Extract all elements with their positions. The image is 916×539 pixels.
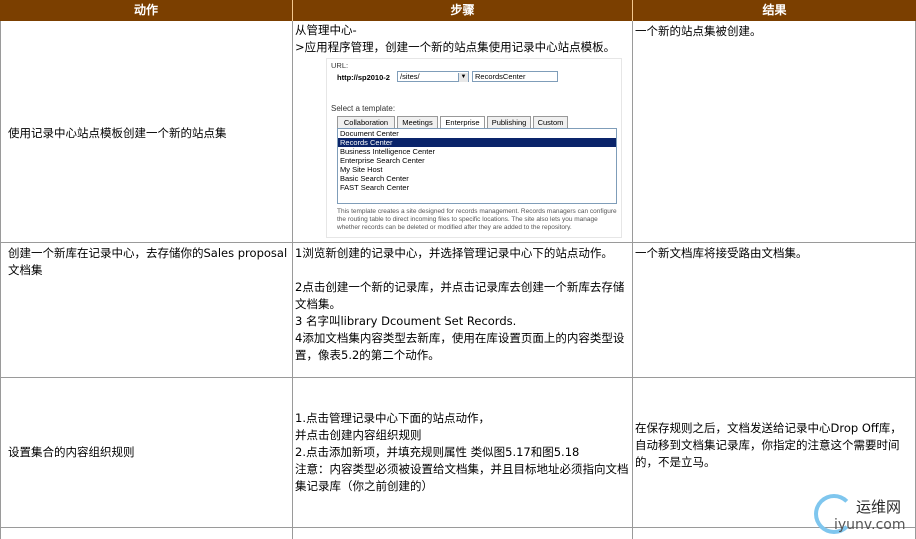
row2-step-2: 2点击创建一个新的记录库，并点击记录库去创建一个新库去存储文档集。 <box>295 280 625 311</box>
header-steps: 步骤 <box>293 0 633 21</box>
url-path-select[interactable]: /sites/ ▼ <box>397 71 469 82</box>
row3-action-cell: 设置集合的内容组织规则 <box>0 378 293 528</box>
row1-action-cell: 使用记录中心站点模板创建一个新的站点集 <box>0 21 293 243</box>
row4-action-cell <box>0 528 293 539</box>
header-result: 结果 <box>633 0 916 21</box>
row3-step-3: 2.点击添加新项，并填充规则属性 类似图5.17和图5.18 <box>295 445 580 459</box>
template-list[interactable]: Document Center Records Center Business … <box>337 128 617 204</box>
template-item[interactable]: My Site Host <box>338 165 616 174</box>
url-name-value: RecordsCenter <box>475 72 526 81</box>
template-screenshot: URL: http://sp2010-2 /sites/ ▼ RecordsCe… <box>326 58 622 238</box>
tab-meetings[interactable]: Meetings <box>397 116 438 128</box>
row1-step-line1: 从管理中心- <box>295 23 357 37</box>
watermark-en: iyunv.com <box>834 517 906 533</box>
template-item[interactable]: Enterprise Search Center <box>338 156 616 165</box>
row2-result-cell: 一个新文档库将接受路由文档集。 <box>633 243 916 378</box>
template-item[interactable]: Document Center <box>338 129 616 138</box>
row3-result: 在保存规则之后，文档发送给记录中心Drop Off库，自动移到文档集记录库，你指… <box>635 421 902 469</box>
row2-action-cell: 创建一个新库在记录中心，去存储你的Sales proposal 文档集 <box>0 243 293 378</box>
url-host: http://sp2010-2 <box>337 73 390 82</box>
url-path-value: /sites/ <box>400 72 420 81</box>
chevron-down-icon: ▼ <box>458 73 468 82</box>
row3-step-4: 注意：内容类型必须被设置给文档集，并且目标地址必须指向文档集记录库（你之前创建的… <box>295 462 629 493</box>
row1-result: 一个新的站点集被创建。 <box>635 24 762 38</box>
row4-steps-cell <box>293 528 633 539</box>
tab-collaboration[interactable]: Collaboration <box>337 116 395 128</box>
url-label: URL: <box>331 61 349 70</box>
watermark-cn: 运维网 <box>856 498 902 516</box>
tab-publishing[interactable]: Publishing <box>487 116 531 128</box>
header-action: 动作 <box>0 0 293 21</box>
tab-custom[interactable]: Custom <box>533 116 568 128</box>
template-item[interactable]: Business Intelligence Center <box>338 147 616 156</box>
row2-step-1: 1浏览新创建的记录中心，并选择管理记录中心下的站点动作。 <box>295 246 613 260</box>
row2-action: 创建一个新库在记录中心，去存储你的Sales proposal 文档集 <box>8 246 288 277</box>
row3-steps-cell: 1.点击管理记录中心下面的站点动作， 并点击创建内容组织规则 2.点击添加新项，… <box>293 378 633 528</box>
row1-result-cell: 一个新的站点集被创建。 <box>633 21 916 243</box>
row2-steps-cell: 1浏览新创建的记录中心，并选择管理记录中心下的站点动作。 2点击创建一个新的记录… <box>293 243 633 378</box>
template-description: This template creates a site designed fo… <box>337 208 617 231</box>
row2-step-3: 3 名字叫library Dcoument Set Records. <box>295 314 517 328</box>
row3-step-2: 并点击创建内容组织规则 <box>295 428 422 442</box>
row1-action: 使用记录中心站点模板创建一个新的站点集 <box>8 126 227 140</box>
row3-step-1: 1.点击管理记录中心下面的站点动作， <box>295 411 490 425</box>
tab-enterprise[interactable]: Enterprise <box>440 116 485 128</box>
template-item[interactable]: Basic Search Center <box>338 174 616 183</box>
row3-action: 设置集合的内容组织规则 <box>8 445 135 459</box>
row1-step-line2: >应用程序管理，创建一个新的站点集使用记录中心站点模板。 <box>295 40 616 54</box>
url-name-input[interactable]: RecordsCenter <box>472 71 558 82</box>
select-template-label: Select a template: <box>331 104 396 113</box>
template-item-selected[interactable]: Records Center <box>338 138 616 147</box>
watermark-logo: 运维网 iyunv.com <box>812 490 916 539</box>
row2-result: 一个新文档库将接受路由文档集。 <box>635 246 808 260</box>
row2-step-4: 4添加文档集内容类型去新库，使用在库设置页面上的内容类型设置，像表5.2的第二个… <box>295 331 625 362</box>
template-item[interactable]: FAST Search Center <box>338 183 616 192</box>
